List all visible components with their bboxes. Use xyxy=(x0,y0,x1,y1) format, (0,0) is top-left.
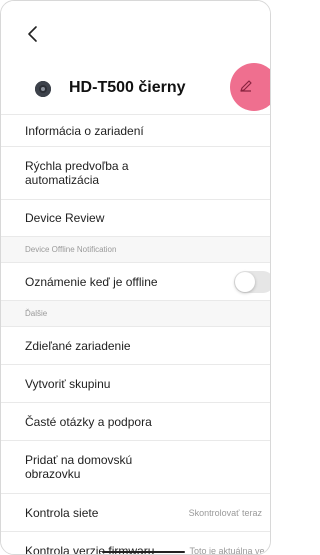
chevron-right-icon: › xyxy=(270,124,271,138)
device-icon xyxy=(35,81,51,97)
firmware-check-value: Toto je aktuálna ve... xyxy=(189,545,271,555)
device-info-label: Informácia o zariadení xyxy=(25,123,144,138)
chevron-right-icon: › xyxy=(270,166,271,180)
faq-row[interactable]: Časté otázky a podpora › xyxy=(1,402,271,440)
offline-notification-row: Oznámenie keď je offline xyxy=(1,262,270,300)
chevron-right-icon: › xyxy=(270,339,271,353)
quick-scenes-label: Rýchla predvoľba a automatizácia xyxy=(25,159,129,187)
chevron-right-icon: › xyxy=(270,415,271,429)
text-underline xyxy=(102,551,185,553)
create-group-label: Vytvoriť skupinu xyxy=(25,376,111,391)
pencil-icon xyxy=(240,80,252,92)
back-button[interactable] xyxy=(23,24,43,44)
network-check-row[interactable]: Kontrola siete Skontrolovať teraz › xyxy=(1,493,271,531)
chevron-right-icon: › xyxy=(270,460,271,474)
device-name: HD-T500 čierny xyxy=(69,79,186,96)
toggle-knob xyxy=(235,271,255,292)
device-review-label: Device Review xyxy=(25,211,105,225)
faq-label: Časté otázky a podpora xyxy=(25,414,152,429)
offline-notification-label: Oznámenie keď je offline xyxy=(25,274,158,289)
device-review-row[interactable]: Device Review › xyxy=(1,199,271,236)
chevron-right-icon: › xyxy=(270,211,271,225)
chevron-right-icon: › xyxy=(270,377,271,391)
create-group-row[interactable]: Vytvoriť skupinu › xyxy=(1,364,271,402)
quick-scenes-row[interactable]: Rýchla predvoľba a automatizácia › xyxy=(1,146,271,199)
edit-button[interactable] xyxy=(230,63,270,111)
device-settings-screen: HD-T500 čierny Informácia o zariadení › … xyxy=(0,0,271,555)
network-check-label: Kontrola siete xyxy=(25,505,99,520)
add-to-home-row[interactable]: Pridať na domovskú obrazovku › xyxy=(1,440,271,493)
settings-list: Informácia o zariadení › Rýchla predvoľb… xyxy=(1,114,271,555)
firmware-check-label: Kontrola verzie firmwaru xyxy=(25,543,155,555)
offline-notification-toggle[interactable] xyxy=(234,270,270,293)
section-header-other: Ďalšie xyxy=(1,300,270,326)
section-header-offline: Device Offline Notification xyxy=(1,236,270,262)
share-device-label: Zdieľané zariadenie xyxy=(25,338,131,353)
share-device-row[interactable]: Zdieľané zariadenie › xyxy=(1,326,271,364)
network-check-value: Skontrolovať teraz xyxy=(188,507,262,518)
header: HD-T500 čierny xyxy=(1,1,270,114)
chevron-right-icon: › xyxy=(270,506,271,520)
add-to-home-label: Pridať na domovskú obrazovku xyxy=(25,453,133,481)
device-info-row[interactable]: Informácia o zariadení › xyxy=(1,114,271,146)
